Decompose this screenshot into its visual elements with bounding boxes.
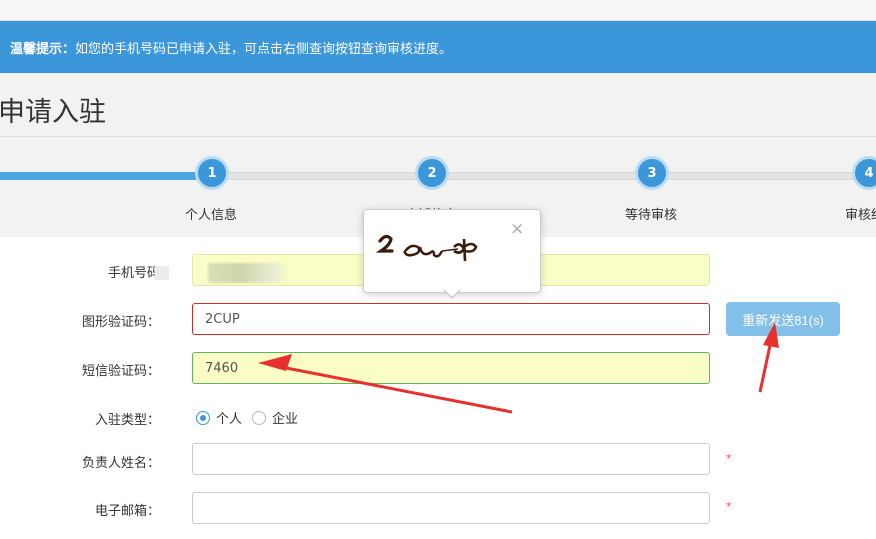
email-label: 电子邮箱： — [94, 504, 160, 519]
page-title: 申请入驻 — [0, 97, 106, 128]
name-field[interactable] — [192, 443, 710, 475]
captcha-label: 图形验证码： — [81, 315, 160, 330]
name-label: 负责人姓名： — [81, 456, 160, 471]
email-required-mark: * — [726, 500, 732, 513]
step-4-label: 审核结果 — [845, 208, 876, 223]
name-required-mark: * — [726, 452, 732, 465]
notice-label: 温馨提示： — [10, 41, 76, 57]
top-strip — [0, 0, 876, 21]
notice-banner: 温馨提示： 如您的手机号码已申请入驻，可点击右侧查询按钮查询审核进度。 — [0, 21, 876, 73]
step-2-circle: 2 — [415, 156, 449, 190]
phone-value-redacted — [208, 263, 288, 283]
sms-label: 短信验证码： — [81, 364, 160, 379]
radio-company[interactable] — [252, 410, 267, 425]
title-divider — [0, 136, 876, 137]
resend-sms-button[interactable]: 重新发送81(s) — [726, 302, 840, 336]
close-icon[interactable]: × — [510, 221, 524, 238]
type-label: 入驻类型： — [94, 413, 160, 428]
phone-label-blur — [155, 266, 169, 280]
notice-text: 如您的手机号码已申请入驻，可点击右侧查询按钮查询审核进度。 — [75, 41, 453, 57]
progress-track-fill — [0, 172, 212, 180]
type-radio-group: 个人 企业 — [196, 408, 308, 427]
step-1-label: 个人信息 — [185, 208, 238, 223]
captcha-field[interactable]: 2CUP — [192, 303, 710, 335]
step-3-label: 等待审核 — [625, 208, 678, 223]
step-4-circle: 4 — [852, 156, 876, 190]
radio-personal-label[interactable]: 个人 — [216, 408, 242, 427]
popover-arrow-inner — [444, 289, 460, 297]
radio-company-label[interactable]: 企业 — [272, 408, 298, 427]
step-1-circle: 1 — [195, 156, 229, 190]
phone-label: 手机号码 — [107, 266, 160, 281]
email-field[interactable] — [192, 492, 710, 524]
captcha-image[interactable] — [372, 225, 500, 269]
sms-code-field[interactable]: 7460 — [192, 352, 710, 384]
radio-personal[interactable] — [196, 410, 210, 425]
step-3-circle: 3 — [635, 156, 669, 190]
